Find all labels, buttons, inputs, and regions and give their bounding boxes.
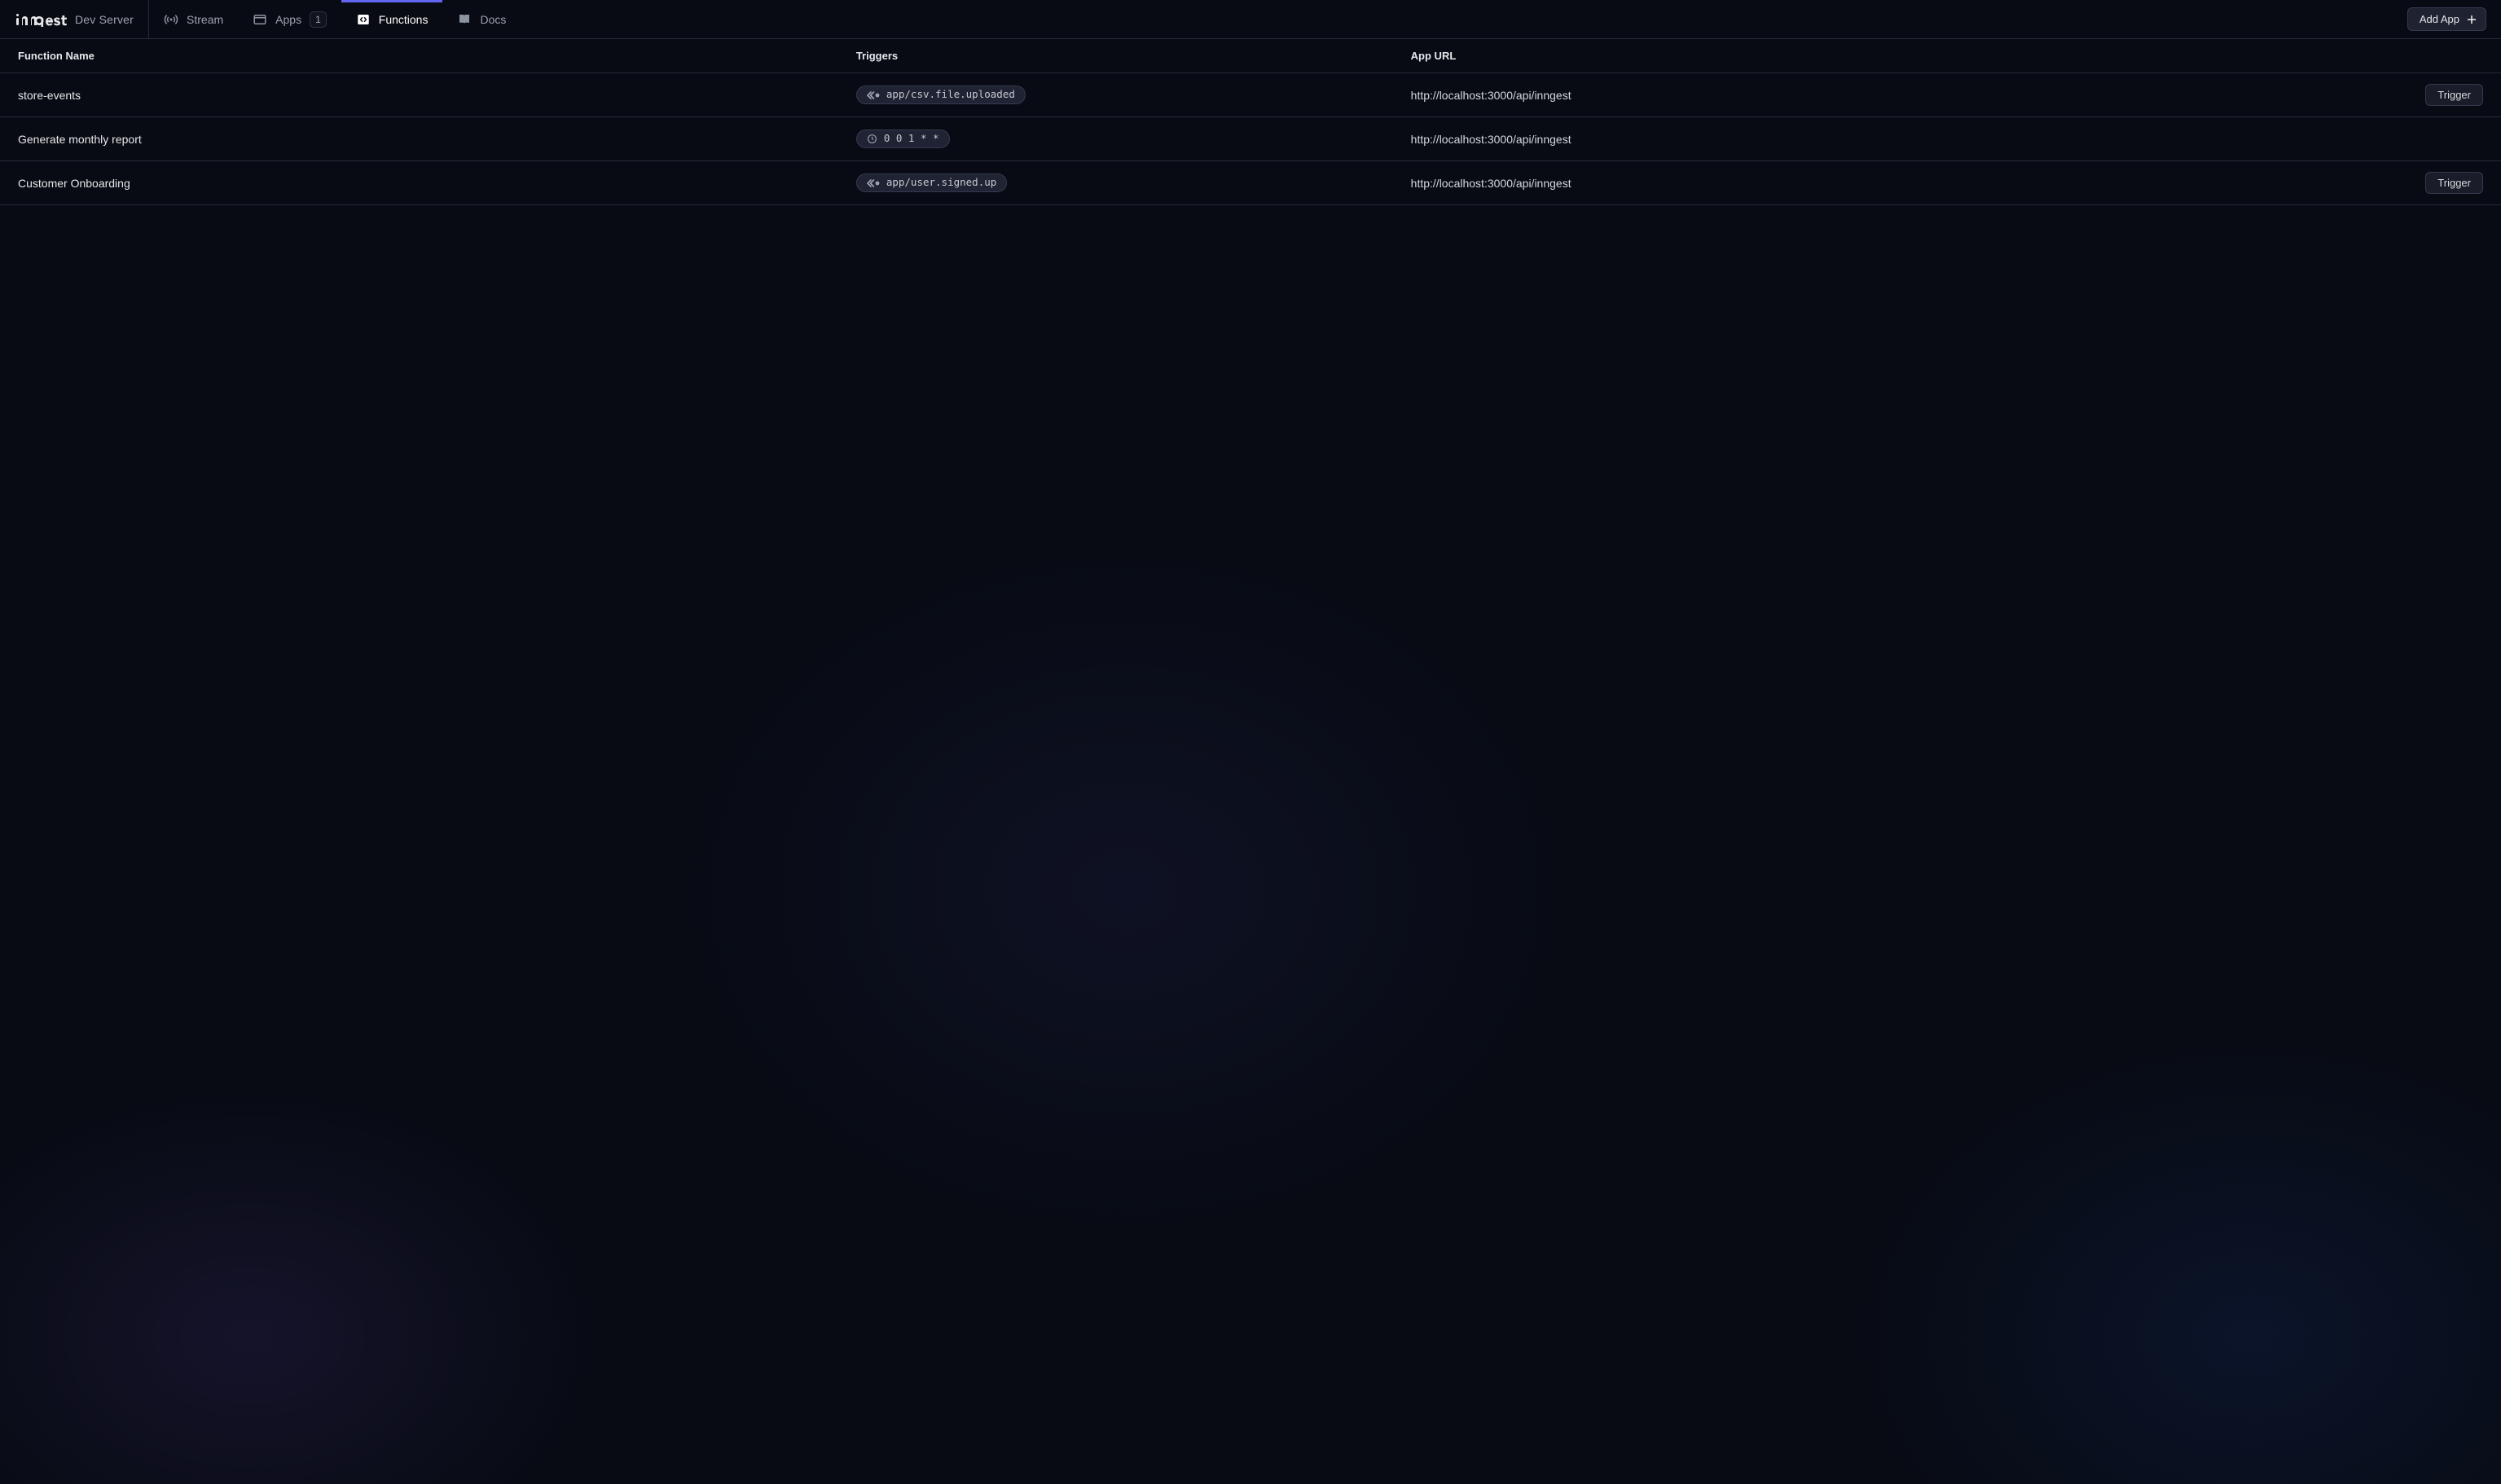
broadcast-icon <box>164 12 178 27</box>
window-icon <box>253 12 267 27</box>
cron-trigger-pill: 0 0 1 * * <box>856 130 950 148</box>
table-row[interactable]: Customer Onboarding app/user.signed.up ht… <box>0 161 2501 205</box>
table-row[interactable]: store-events app/csv.file.uploaded http:/… <box>0 73 2501 117</box>
plus-icon <box>2466 14 2477 25</box>
book-icon <box>457 12 472 27</box>
background-glow <box>0 0 2501 1484</box>
app-url: http://localhost:3000/api/inngest <box>1411 133 2377 146</box>
top-nav: Dev Server Stream Apps 1 <box>0 0 2501 39</box>
nav-stream-label: Stream <box>187 13 223 26</box>
main-nav: Stream Apps 1 Functions <box>149 0 521 38</box>
col-header-app-url: App URL <box>1411 50 2377 62</box>
app-url: http://localhost:3000/api/inngest <box>1411 177 2377 190</box>
app-url: http://localhost:3000/api/inngest <box>1411 89 2377 102</box>
brand-product-label: Dev Server <box>75 13 134 26</box>
brand: Dev Server <box>0 0 149 38</box>
code-icon <box>356 12 371 27</box>
event-icon <box>867 90 880 100</box>
event-trigger-pill: app/user.signed.up <box>856 173 1007 192</box>
table-header: Function Name Triggers App URL <box>0 39 2501 73</box>
add-app-label: Add App <box>2420 13 2459 25</box>
function-name: store-events <box>18 89 856 102</box>
trigger-cell: app/user.signed.up <box>856 173 1411 192</box>
add-app-button[interactable]: Add App <box>2407 7 2486 31</box>
clock-icon <box>867 134 877 144</box>
trigger-button[interactable]: Trigger <box>2425 172 2483 194</box>
function-name: Generate monthly report <box>18 133 856 146</box>
col-header-triggers: Triggers <box>856 50 1411 62</box>
action-cell: Trigger <box>2377 84 2483 106</box>
nav-apps-label: Apps <box>275 13 301 26</box>
trigger-cell: 0 0 1 * * <box>856 130 1411 148</box>
col-header-function-name: Function Name <box>18 50 856 62</box>
function-name: Customer Onboarding <box>18 177 856 190</box>
functions-table: Function Name Triggers App URL store-eve… <box>0 39 2501 205</box>
trigger-text: app/csv.file.uploaded <box>886 90 1015 100</box>
trigger-cell: app/csv.file.uploaded <box>856 86 1411 104</box>
trigger-button[interactable]: Trigger <box>2425 84 2483 106</box>
event-icon <box>867 178 880 188</box>
nav-functions-label: Functions <box>379 13 429 26</box>
apps-count-badge: 1 <box>310 11 327 28</box>
trigger-text: 0 0 1 * * <box>884 134 939 144</box>
brand-logo-icon <box>16 12 67 27</box>
nav-functions[interactable]: Functions <box>341 0 443 38</box>
event-trigger-pill: app/csv.file.uploaded <box>856 86 1026 104</box>
nav-docs-label: Docs <box>480 13 506 26</box>
trigger-text: app/user.signed.up <box>886 178 996 188</box>
nav-docs[interactable]: Docs <box>442 0 521 38</box>
nav-apps[interactable]: Apps 1 <box>238 0 341 38</box>
action-cell: Trigger <box>2377 172 2483 194</box>
nav-stream[interactable]: Stream <box>149 0 238 38</box>
table-row[interactable]: Generate monthly report 0 0 1 * * http://… <box>0 117 2501 161</box>
